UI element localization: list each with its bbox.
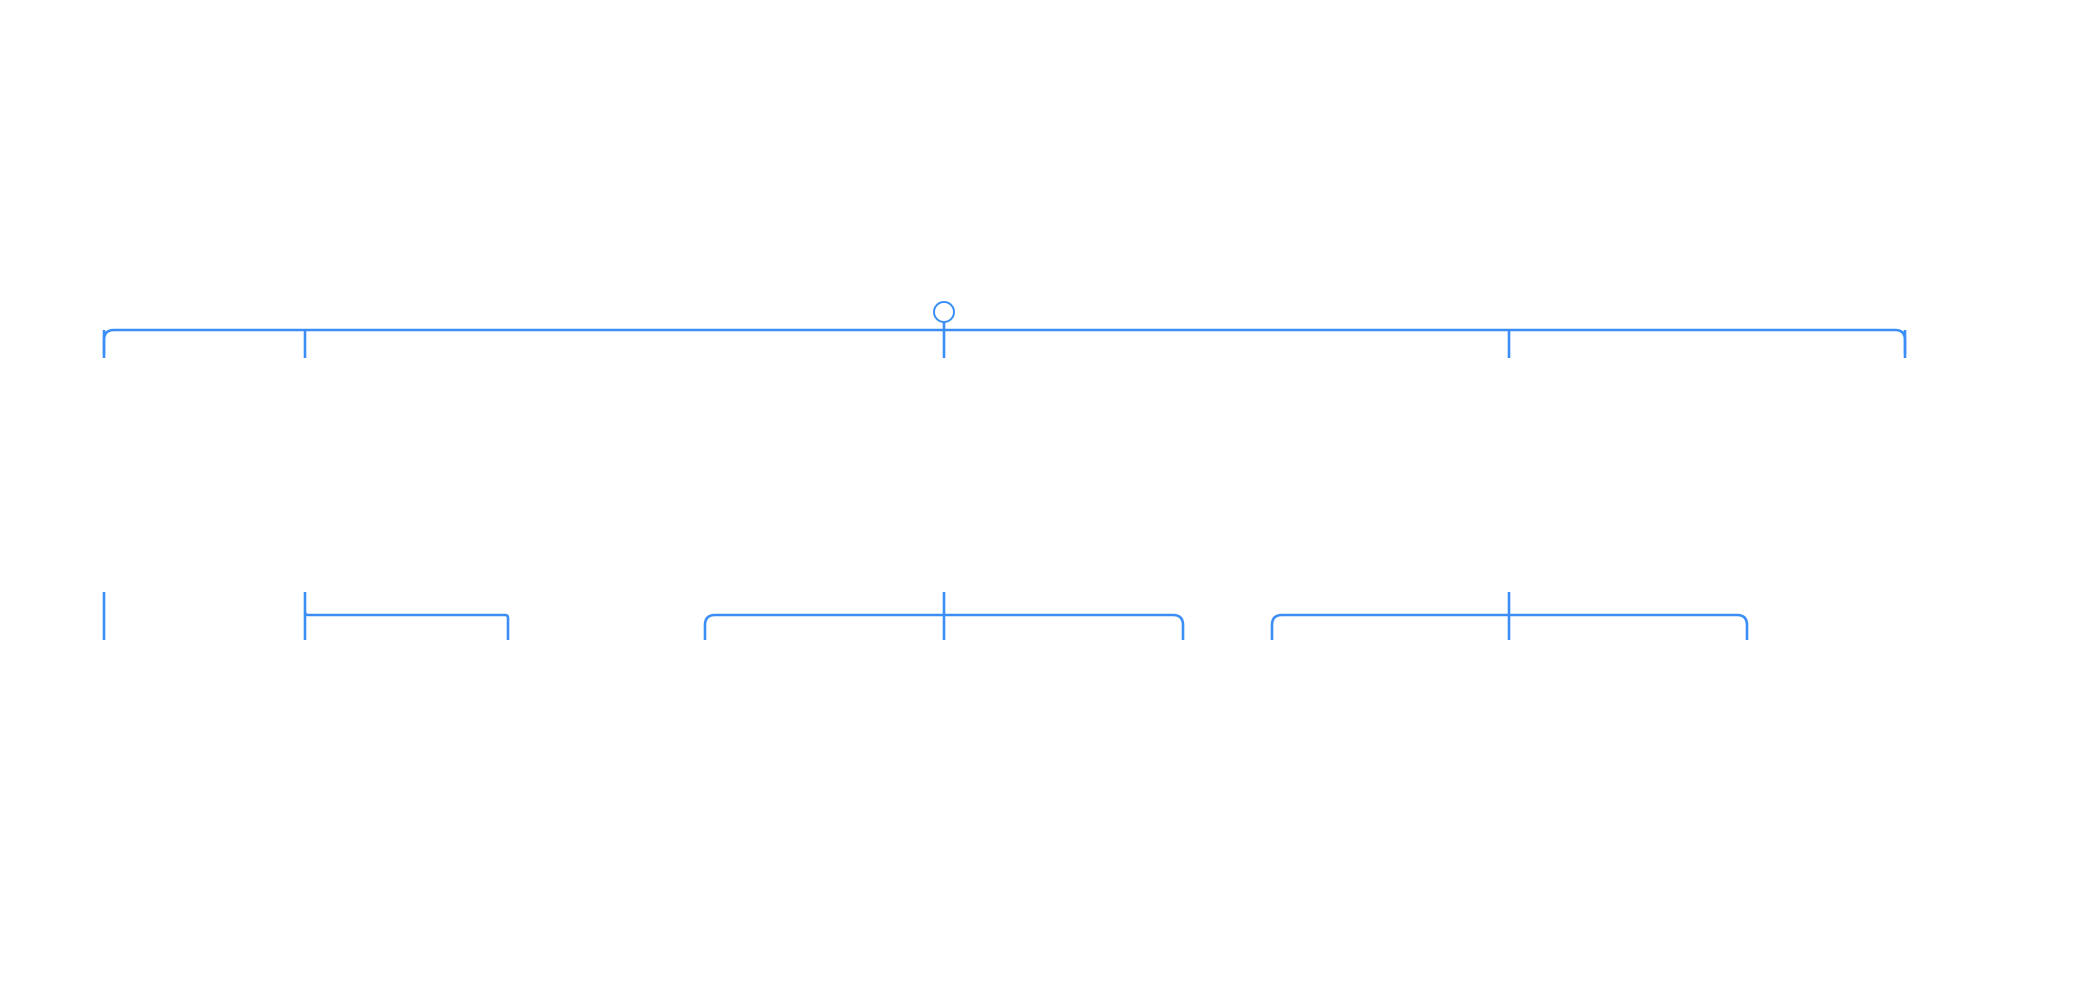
connector-lines	[102, 312, 1907, 640]
sitemap-canvas	[0, 0, 2089, 989]
connector-node-homepage-out[interactable]	[933, 301, 955, 323]
